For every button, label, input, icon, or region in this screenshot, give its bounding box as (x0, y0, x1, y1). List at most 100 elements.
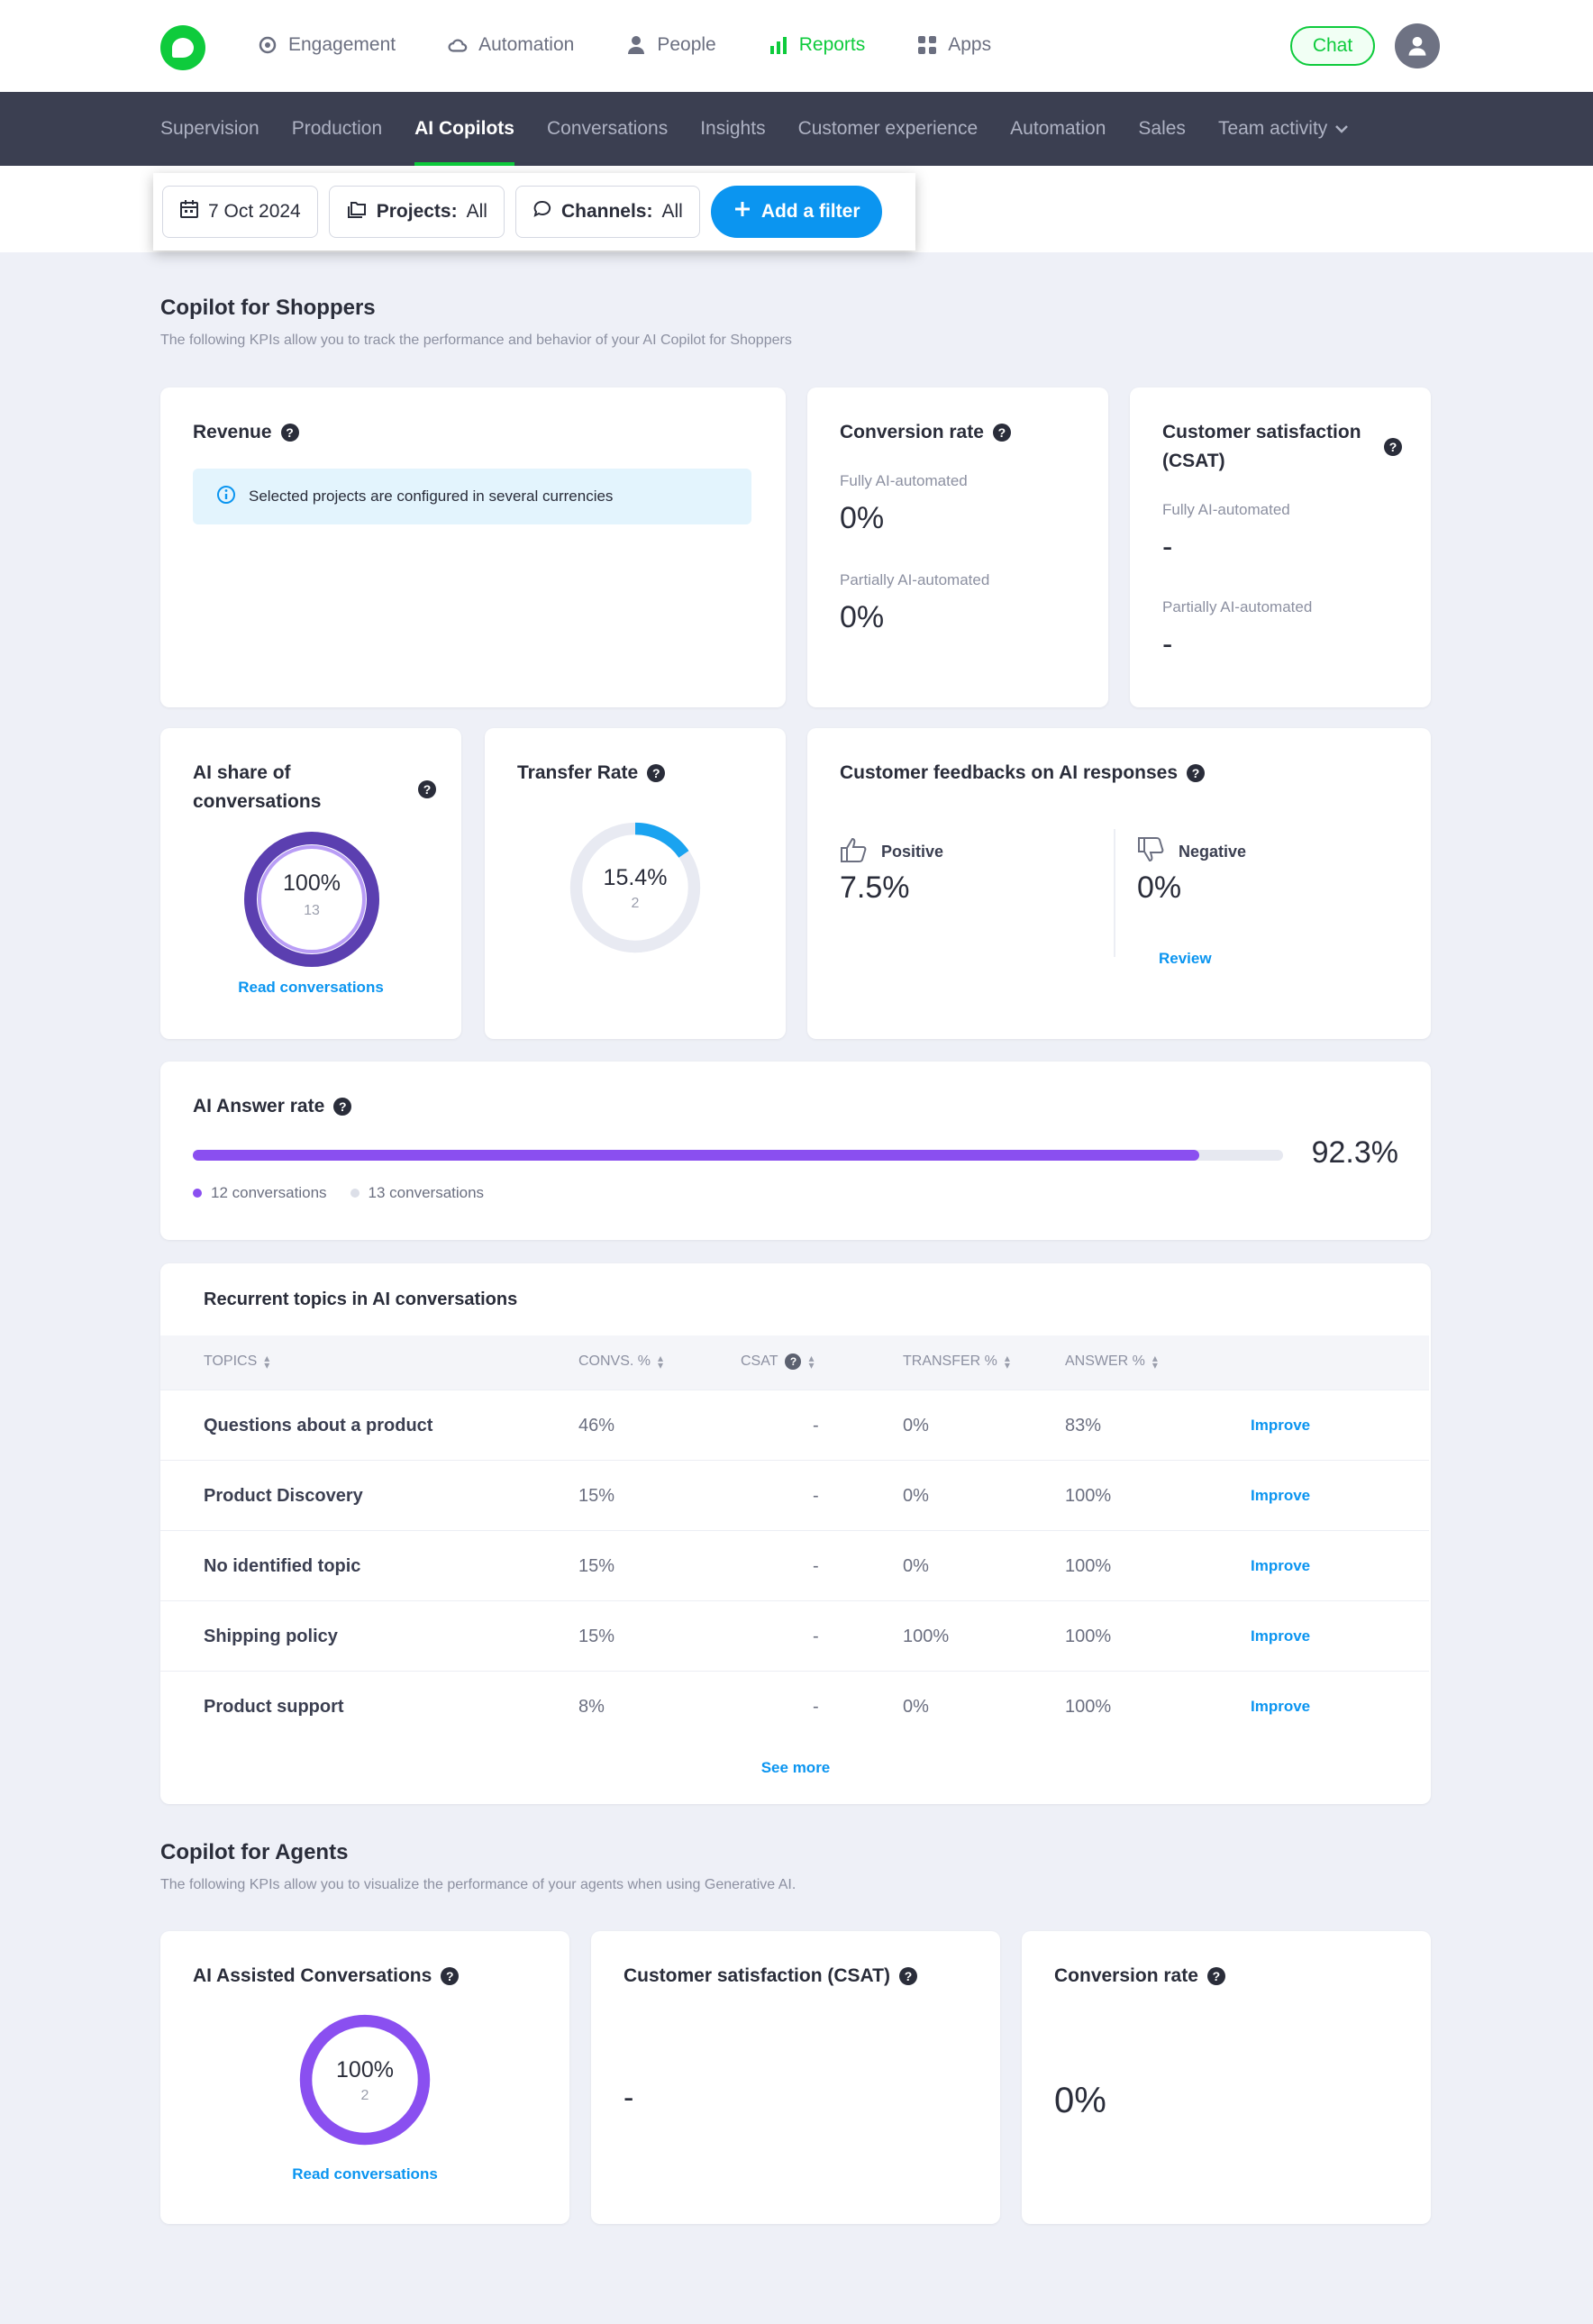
nav-item-apps[interactable]: Apps (917, 27, 991, 63)
grid-icon (917, 35, 937, 55)
help-icon[interactable]: ? (333, 1098, 352, 1116)
chat-bubble-icon (533, 199, 552, 224)
folders-icon (346, 199, 368, 224)
help-icon[interactable]: ? (647, 764, 666, 783)
ai-answer-rate-card: AI Answer rate? 92.3% 12 conversations 1… (160, 1062, 1431, 1240)
agents-csat-card: Customer satisfaction (CSAT)? - (591, 1931, 1000, 2224)
tab-automation[interactable]: Automation (1010, 92, 1106, 166)
help-icon[interactable]: ? (785, 1353, 802, 1370)
help-icon[interactable]: ? (418, 780, 436, 798)
partially-automated-value: 0% (840, 600, 885, 634)
improve-link[interactable]: Improve (1251, 1531, 1310, 1601)
nav-label: Reports (798, 34, 866, 55)
tab-ai-copilots[interactable]: AI Copilots (414, 92, 514, 166)
column-header-transfer[interactable]: Transfer % ▴ ▾ (903, 1353, 1010, 1371)
help-icon[interactable]: ? (992, 424, 1011, 442)
tab-conversations[interactable]: Conversations (547, 92, 668, 166)
ai-share-donut (244, 832, 379, 967)
help-icon[interactable]: ? (441, 1967, 460, 1986)
card-title: AI Assisted Conversations? (193, 1962, 460, 1991)
improve-link[interactable]: Improve (1251, 1601, 1310, 1672)
see-more-link[interactable]: See more (160, 1759, 1431, 1777)
csat-card: Customer satisfaction (CSAT) ? Fully AI-… (1130, 387, 1431, 707)
card-title: Revenue? (193, 418, 299, 447)
tab-insights[interactable]: Insights (700, 92, 765, 166)
nav-item-engagement[interactable]: Engagement (258, 27, 396, 63)
info-icon (216, 485, 236, 509)
column-header-convs[interactable]: Convs. % ▴ ▾ (578, 1353, 663, 1371)
tab-sales[interactable]: Sales (1138, 92, 1186, 166)
nav-label: Engagement (288, 34, 396, 55)
help-icon[interactable]: ? (1187, 764, 1206, 783)
answer-cell: 100% (1065, 1696, 1112, 1717)
channels-filter-label: Channels: (560, 201, 653, 222)
projects-filter[interactable]: Projects: All (328, 186, 505, 238)
column-header-topics[interactable]: Topics ▴ ▾ (204, 1352, 270, 1372)
column-label: CSAT (741, 1353, 778, 1369)
column-header-csat[interactable]: CSAT? ▴ ▾ (741, 1352, 815, 1372)
card-title-line2: (CSAT) (1162, 451, 1225, 471)
positive-label: Positive (881, 843, 944, 861)
positive-feedback: Positive (840, 836, 943, 868)
review-link[interactable]: Review (1159, 950, 1212, 968)
nav-item-automation[interactable]: Automation (448, 27, 574, 63)
donut-count: 2 (360, 2088, 369, 2103)
tab-supervision[interactable]: Supervision (160, 92, 259, 166)
ai-assisted-card: AI Assisted Conversations? 100% 2 Read c… (160, 1931, 569, 2224)
donut-value: 100% (283, 870, 341, 896)
sort-icon: ▴ ▾ (1152, 1352, 1158, 1372)
main-nav: Engagement Automation People Reports App… (258, 27, 1043, 63)
channels-filter[interactable]: Channels: All (514, 186, 700, 238)
help-icon[interactable]: ? (1206, 1967, 1225, 1986)
chevron-down-icon (1334, 124, 1349, 133)
card-title-text: AI Answer rate (193, 1096, 325, 1116)
add-filter-button[interactable]: Add a filter (710, 186, 882, 238)
answer-cell: 100% (1065, 1485, 1112, 1506)
transfer-cell: 100% (903, 1626, 950, 1646)
column-label: Topics (204, 1353, 258, 1369)
card-title: Recurrent topics in AI conversations (204, 1290, 518, 1309)
user-avatar[interactable] (1395, 23, 1440, 68)
thumbs-down-icon (1137, 836, 1166, 868)
csat-cell: - (813, 1555, 819, 1576)
csat-cell: - (813, 1485, 819, 1506)
legend-dot-total (350, 1189, 360, 1198)
card-title-text: Revenue (193, 422, 272, 442)
improve-link[interactable]: Improve (1251, 1672, 1310, 1742)
tab-customer-experience[interactable]: Customer experience (798, 92, 979, 166)
sort-icon: ▴ ▾ (808, 1352, 815, 1372)
tab-production[interactable]: Production (292, 92, 382, 166)
nav-item-reports[interactable]: Reports (769, 27, 866, 63)
date-filter[interactable]: 7 Oct 2024 (162, 186, 318, 238)
tab-team-activity[interactable]: Team activity (1218, 92, 1349, 166)
fully-automated-value: 0% (840, 501, 885, 535)
table-row: No identified topic 15% - 0% 100% Improv… (160, 1530, 1429, 1600)
partially-automated-label: Partially AI-automated (840, 571, 990, 588)
read-conversations-link[interactable]: Read conversations (160, 2165, 569, 2183)
card-title-line1: AI share of (193, 762, 291, 783)
tab-label: Team activity (1217, 118, 1328, 139)
donut-count: 13 (304, 903, 320, 918)
help-icon[interactable]: ? (280, 424, 299, 442)
fully-automated-value: - (1162, 530, 1173, 564)
answer-cell: 100% (1065, 1555, 1112, 1576)
card-title: Customer feedbacks on AI responses? (840, 759, 1206, 788)
answer-rate-legend: 12 conversations 13 conversations (193, 1184, 484, 1202)
reports-subnav: Supervision Production AI Copilots Conve… (0, 92, 1593, 166)
column-header-answer[interactable]: Answer % ▴ ▾ (1065, 1352, 1158, 1372)
transfer-cell: 0% (903, 1555, 929, 1576)
card-title-text: Conversion rate (1054, 1965, 1198, 1986)
table-row: Product support 8% - 0% 100% Improve (160, 1671, 1429, 1741)
help-icon[interactable]: ? (1384, 438, 1402, 456)
chat-button[interactable]: Chat (1290, 26, 1375, 66)
nav-item-people[interactable]: People (626, 27, 716, 63)
help-icon[interactable]: ? (898, 1967, 917, 1986)
transfer-rate-card: Transfer Rate? 15.4% 2 (485, 728, 786, 1039)
section-title-shoppers: Copilot for Shoppers (160, 296, 376, 320)
sort-icon: ▴ ▾ (264, 1352, 270, 1372)
improve-link[interactable]: Improve (1251, 1461, 1310, 1531)
answer-rate-value: 92.3% (1311, 1135, 1398, 1170)
improve-link[interactable]: Improve (1251, 1390, 1310, 1461)
read-conversations-link[interactable]: Read conversations (160, 979, 461, 997)
app-logo[interactable] (160, 25, 205, 70)
